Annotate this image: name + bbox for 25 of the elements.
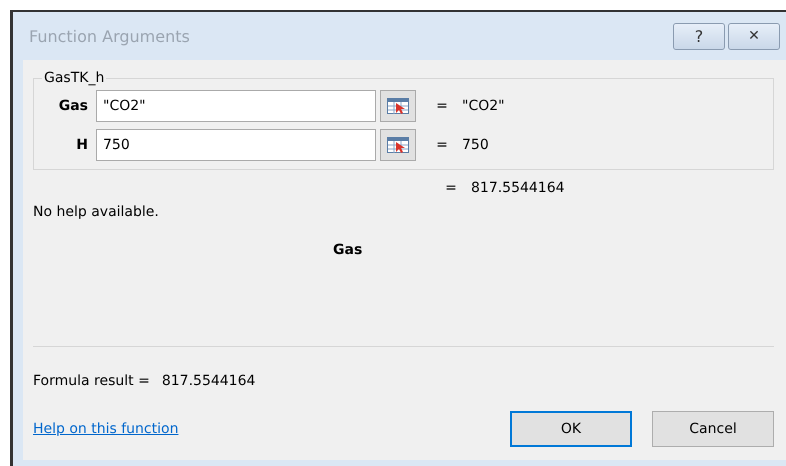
formula-result-value: 817.5544164	[162, 373, 256, 389]
help-link[interactable]: Help on this function	[33, 421, 490, 437]
argument-label: H	[75, 137, 88, 153]
function-result: 817.5544164	[471, 180, 565, 196]
range-select-button[interactable]	[380, 90, 416, 122]
range-select-icon	[387, 137, 409, 153]
function-name: GasTK_h	[43, 70, 106, 86]
formula-result-label: Formula result =	[33, 373, 150, 389]
input-field[interactable]: "CO2"	[96, 90, 376, 122]
argument-heading: Gas	[333, 242, 364, 258]
help-text: No help available.	[33, 204, 160, 220]
input-field[interactable]: 750	[96, 129, 376, 161]
equals-sign: =	[435, 137, 449, 153]
cancel-button[interactable]: Cancel	[652, 411, 774, 447]
range-select-button[interactable]	[380, 129, 416, 161]
range-select-icon	[387, 98, 409, 114]
ok-button[interactable]: OK	[510, 411, 632, 447]
equals-sign: =	[435, 98, 449, 114]
equals-sign: =	[444, 180, 458, 196]
close-button[interactable]: ✕	[728, 22, 780, 50]
window-title: Function Arguments	[29, 26, 190, 46]
argument-value: "CO2"	[462, 98, 505, 114]
argument-label: Gas	[58, 98, 88, 114]
help-button[interactable]: ?	[673, 22, 725, 50]
argument-value: 750	[462, 137, 489, 153]
